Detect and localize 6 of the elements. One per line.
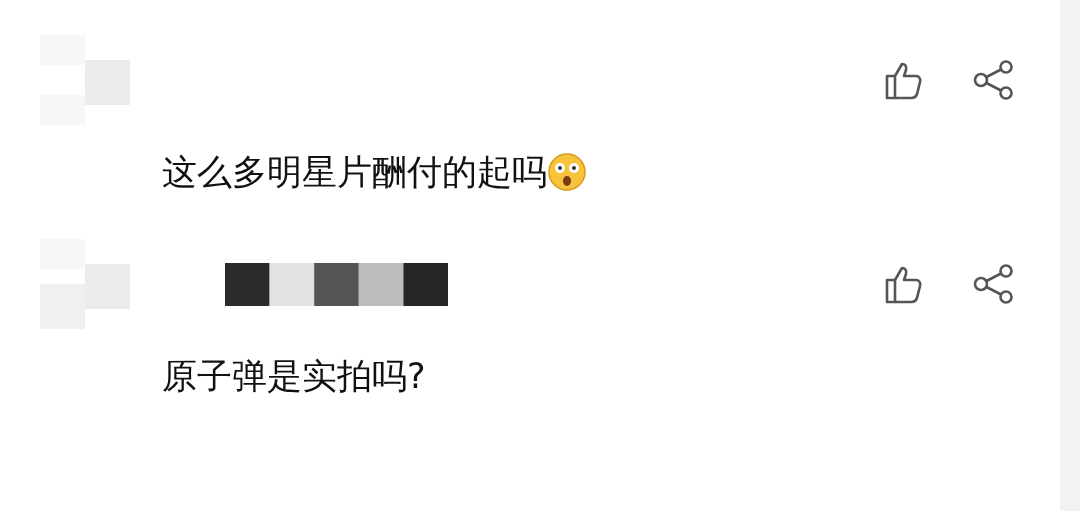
comment-text: 这么多明星片酬付的起吗 [162,151,547,194]
share-icon[interactable] [973,60,1015,100]
thumbs-up-icon[interactable] [885,264,923,304]
thumbs-up-icon[interactable] [885,60,923,100]
comment-text: 原子弹是实拍吗? [162,355,426,398]
share-icon[interactable] [973,264,1015,304]
